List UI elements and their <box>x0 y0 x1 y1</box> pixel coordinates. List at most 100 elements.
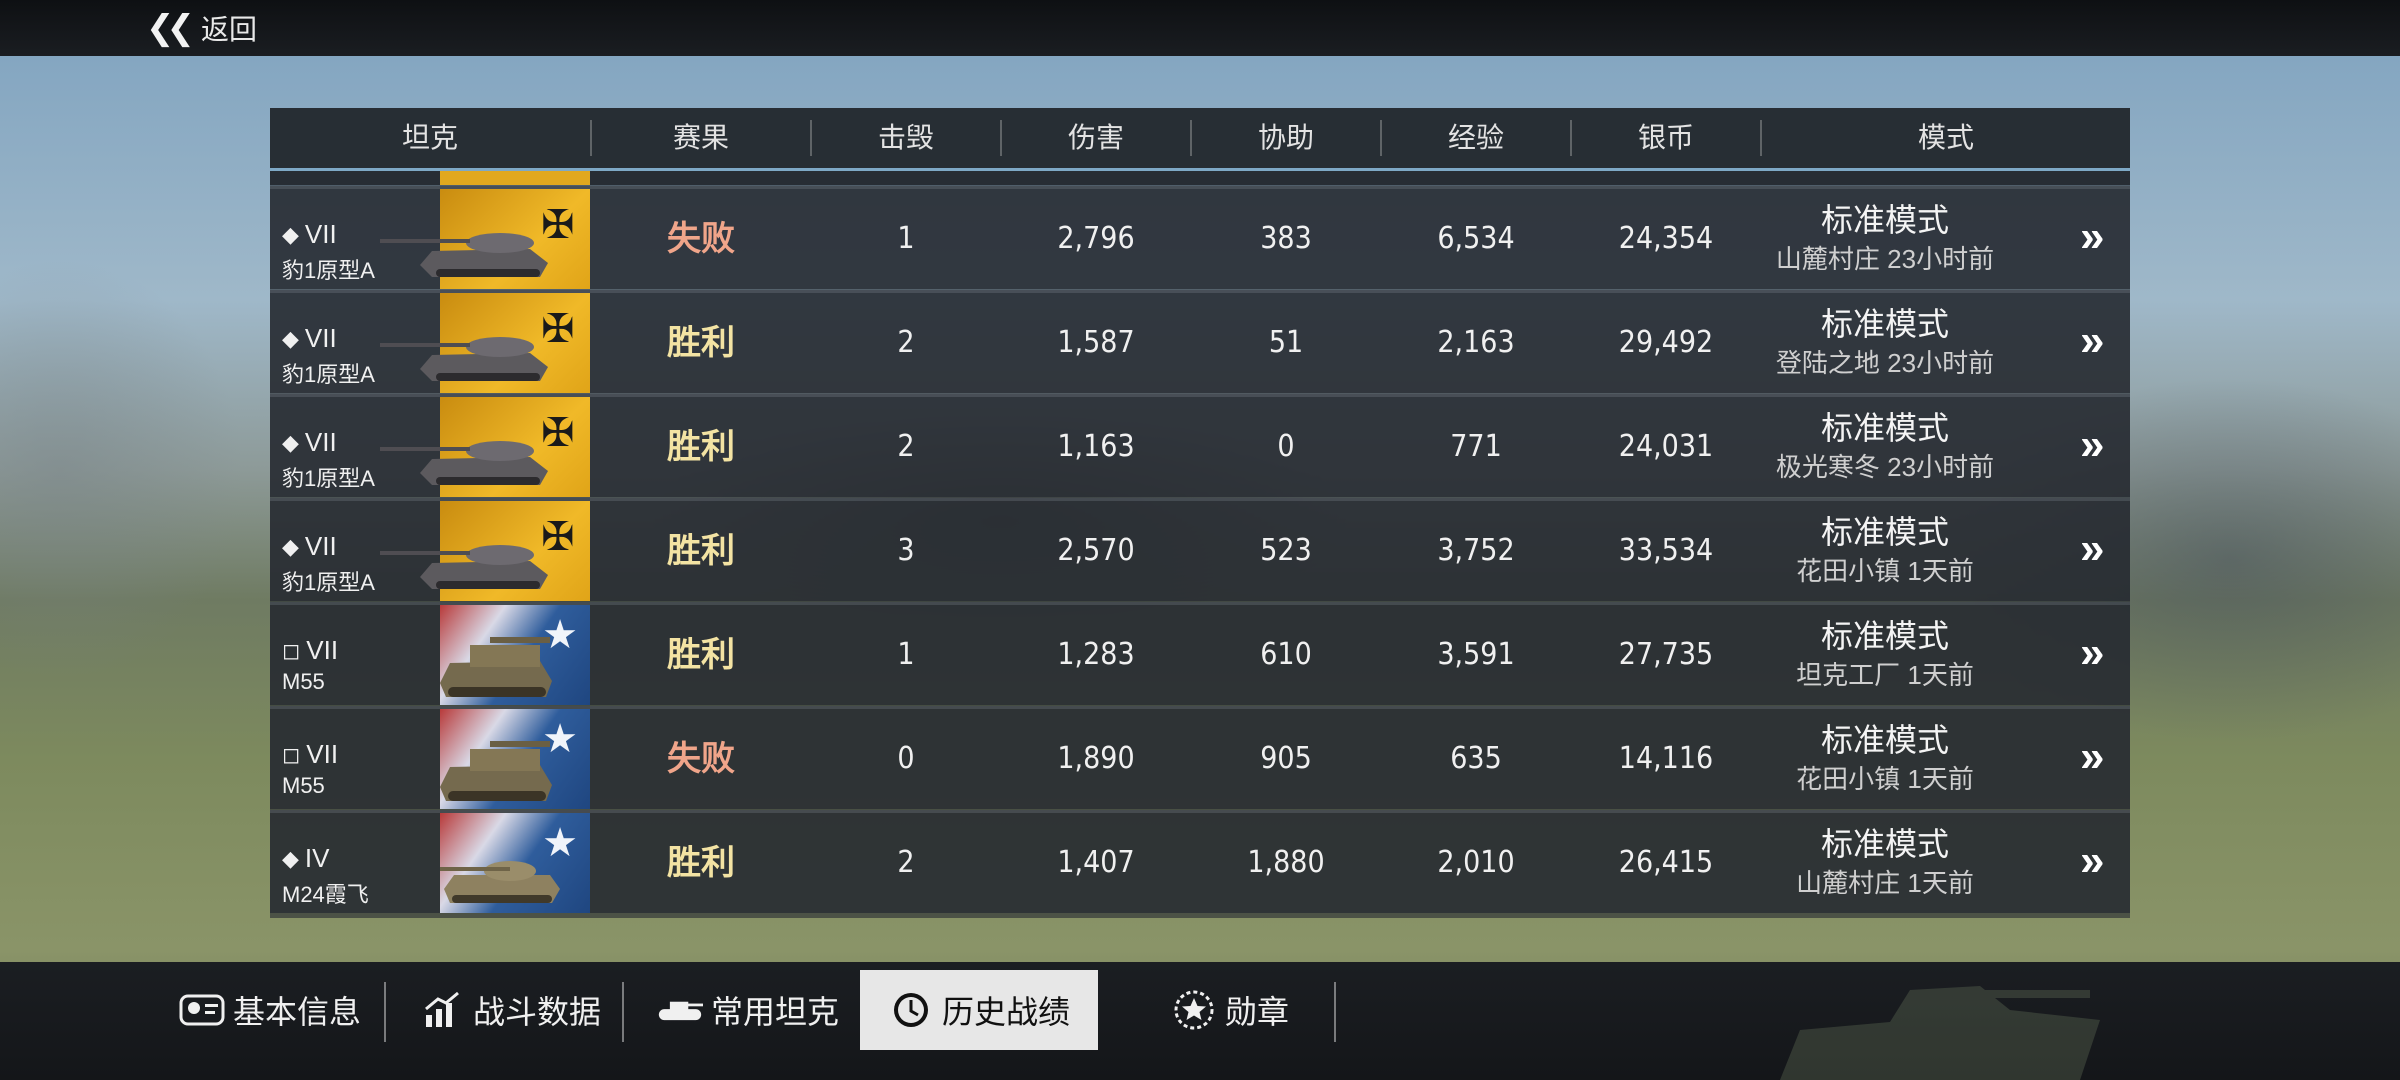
assist-cell: 383 <box>1260 221 1312 256</box>
header-kills: 击毁 <box>877 122 934 153</box>
kills-cell: 1 <box>897 637 915 672</box>
tank-tier: ◆ VII <box>282 323 337 354</box>
tank-silhouette-decoration <box>1780 986 2100 1080</box>
mode-cell: 标准模式山麓村庄 1天前 <box>1760 823 2010 901</box>
exp-cell: 635 <box>1450 741 1502 776</box>
kills-cell: 1 <box>897 221 915 256</box>
bar-chart-icon <box>419 990 465 1030</box>
tank-tier: ◻ VII <box>282 635 338 666</box>
tier-label: VII <box>306 635 339 665</box>
tab-medals[interactable]: 勋章 <box>1150 970 1310 1050</box>
tank-name: 豹1原型A <box>282 258 375 283</box>
mode-title: 标准模式 <box>1820 514 1949 550</box>
tank-name: M55 <box>282 669 325 694</box>
spg-icon: ◻ <box>282 741 301 767</box>
header-mode: 模式 <box>1917 122 1974 153</box>
tab-basic-info[interactable]: 基本信息 <box>170 970 370 1050</box>
silver-cell: 26,415 <box>1618 845 1714 880</box>
mode-title: 标准模式 <box>1820 826 1949 862</box>
row-details-chevron-icon[interactable]: » <box>2080 189 2104 289</box>
tab-divider <box>384 982 386 1042</box>
row-details-chevron-icon[interactable]: » <box>2080 293 2104 393</box>
silver-cell: 24,354 <box>1618 221 1714 256</box>
tank-tier: ◻ VII <box>282 739 338 770</box>
mode-title: 标准模式 <box>1820 618 1949 654</box>
silver-cell: 24,031 <box>1618 429 1714 464</box>
header-exp: 经验 <box>1447 122 1504 153</box>
tab-divider <box>1334 982 1336 1042</box>
mode-cell: 标准模式 花田小镇 1天前 <box>1760 511 2010 589</box>
tank-tier: ◆ VII <box>282 531 337 562</box>
damage-cell: 2,796 <box>1057 221 1135 256</box>
tank-name: 豹1原型A <box>282 362 375 387</box>
mode-title: 标准模式 <box>1820 306 1949 342</box>
tier-label: VII <box>304 531 337 561</box>
result-cell: 失败 <box>667 739 735 779</box>
tank-cell: ✠ ◆ VII 豹1原型A <box>270 397 590 497</box>
medium-tank-icon: ◆ <box>282 533 299 559</box>
tank-cell: ★ ◆ IV M24霞飞 <box>270 813 590 913</box>
clock-icon <box>888 990 934 1030</box>
tank-tier: ◆ IV <box>282 843 330 874</box>
mode-title: 标准模式 <box>1820 722 1949 758</box>
result-cell: 胜利 <box>667 323 735 363</box>
medium-tank-icon: ◆ <box>282 221 299 247</box>
light-tank-icon: ◆ <box>282 845 299 871</box>
tank-cell: ✠ ◆ VII 豹1原型A <box>270 501 590 601</box>
table-row[interactable]: ✠ ◆ VII 豹1原型A 胜利 2 1,587 51 2,163 29,492 标准模式 登陆之地 … <box>270 290 2130 393</box>
tab-common-tanks[interactable]: 常用坦克 <box>648 970 848 1050</box>
map-and-time: 山麓村庄 1天前 <box>1796 868 1974 898</box>
tab-label: 战斗数据 <box>472 994 601 1030</box>
nation-flag <box>440 171 590 185</box>
tab-label: 基本信息 <box>232 994 361 1030</box>
table-row[interactable]: ✠ ◆ VII 豹1原型A 失败 1 2,796 383 6,534 24,354 标准模式 山麓村庄… <box>270 186 2130 289</box>
tank-tier: ◆ VII <box>282 219 337 250</box>
kills-cell: 2 <box>897 429 915 464</box>
mode-cell: 标准模式山麓村庄 23小时前 <box>1760 199 2010 277</box>
tab-divider <box>622 982 624 1042</box>
kills-cell: 2 <box>897 325 915 360</box>
mode-title: 标准模式 <box>1820 410 1949 446</box>
damage-cell: 1,163 <box>1057 429 1135 464</box>
table-row[interactable]: ★ ◆ IV M24霞飞 胜利 2 1,407 1,880 2,010 26,415 标准模式 山麓村… <box>270 810 2130 913</box>
table-row[interactable]: ★ ◻ VII M55 胜利 1 1,283 610 3,591 27,735 标准模式 坦克工厂 1… <box>270 602 2130 705</box>
tier-label: VII <box>304 323 337 353</box>
exp-cell: 6,534 <box>1437 221 1515 256</box>
tank-tier: ◆ VII <box>282 427 337 458</box>
row-details-chevron-icon[interactable]: » <box>2080 813 2104 913</box>
partially-hidden-row <box>270 171 2130 185</box>
map-and-time: 坦克工厂 1天前 <box>1796 660 1974 690</box>
row-details-chevron-icon[interactable]: » <box>2080 501 2104 601</box>
medium-tank-icon: ◆ <box>282 325 299 351</box>
tab-battle-stats[interactable]: 战斗数据 <box>410 970 610 1050</box>
table-header: 坦克 赛果 击毁 伤害 协助 经验 银币 模式 <box>270 108 2130 171</box>
mode-cell: 标准模式 花田小镇 1天前 <box>1760 719 2010 797</box>
back-label: 返回 <box>200 14 257 45</box>
tank-icon <box>657 990 703 1030</box>
row-details-chevron-icon[interactable]: » <box>2080 397 2104 497</box>
tab-battle-history[interactable]: 历史战绩 <box>860 970 1098 1050</box>
header-assist: 协助 <box>1257 122 1314 153</box>
tab-label: 常用坦克 <box>710 994 839 1030</box>
row-details-chevron-icon[interactable]: » <box>2080 605 2104 705</box>
table-row[interactable]: ✠ ◆ VII 豹1原型A 胜利 2 1,163 0 771 24,031 标准模式 极光寒冬 23小… <box>270 394 2130 497</box>
result-cell: 胜利 <box>667 635 735 675</box>
result-cell: 胜利 <box>667 843 735 883</box>
map-and-time: 山麓村庄 23小时前 <box>1775 244 1995 274</box>
exp-cell: 771 <box>1450 429 1502 464</box>
row-details-chevron-icon[interactable]: » <box>2080 709 2104 809</box>
damage-cell: 1,890 <box>1057 741 1135 776</box>
table-row[interactable]: ✠ ◆ VII 豹1原型A 胜利 3 2,570 523 3,752 33,534 标准模式 花田小镇… <box>270 498 2130 601</box>
medium-tank-icon: ◆ <box>282 429 299 455</box>
exp-cell: 2,163 <box>1437 325 1515 360</box>
table-row[interactable]: ★ ◻ VII M55 失败 0 1,890 905 635 14,116 标准模式 花田小镇 1天前… <box>270 706 2130 809</box>
mode-title: 标准模式 <box>1820 202 1949 238</box>
double-chevron-left-icon: ❮❮ <box>146 9 195 47</box>
header-silver: 银币 <box>1637 122 1694 153</box>
kills-cell: 3 <box>897 533 915 568</box>
mode-cell: 标准模式 极光寒冬 23小时前 <box>1760 407 2010 485</box>
tank-cell: ★ ◻ VII M55 <box>270 605 590 705</box>
damage-cell: 2,570 <box>1057 533 1135 568</box>
back-button[interactable]: ❮❮ 返回 <box>146 8 257 48</box>
assist-cell: 523 <box>1260 533 1312 568</box>
